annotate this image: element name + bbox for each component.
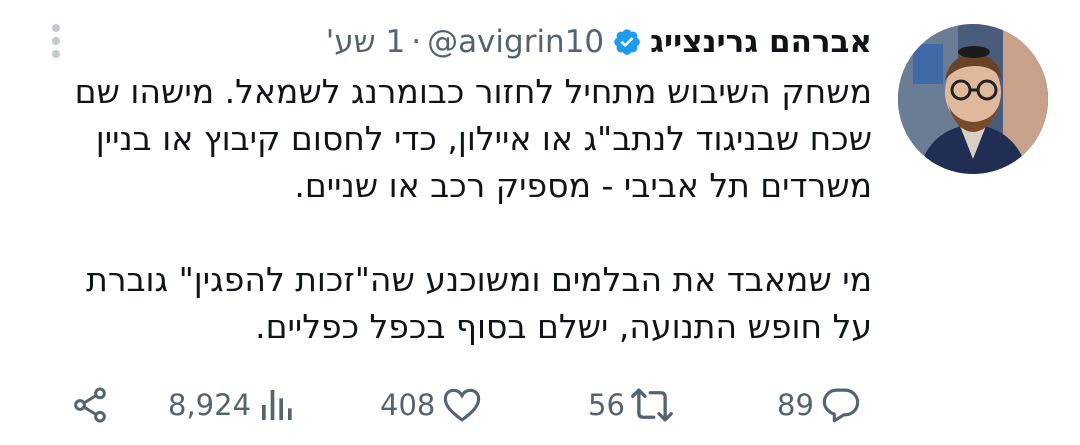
share-button[interactable]	[70, 380, 110, 430]
text-line: משרדים תל אביבי - מספיק רכב או שניים.	[294, 166, 872, 205]
tweet-time[interactable]: 1 שע'	[326, 24, 405, 60]
more-options-button[interactable]	[44, 24, 68, 58]
text-line: על חופש התנועה, ישלם בסוף בכפל כפליים.	[255, 307, 872, 346]
replies-count: 89	[777, 388, 814, 422]
retweet-button[interactable]: 56	[588, 380, 673, 430]
retweet-icon	[630, 388, 673, 422]
avatar[interactable]	[898, 24, 1048, 174]
likes-count: 408	[380, 388, 436, 422]
meta-separator: ·	[411, 24, 422, 60]
views-button[interactable]: 8,924	[168, 380, 297, 430]
retweets-count: 56	[588, 388, 625, 422]
text-line: שכח שבניגוד לנתב"ג או איילון, כדי לחסום …	[95, 119, 872, 158]
like-button[interactable]: 408	[380, 380, 483, 430]
text-line: מי שמאבד את הבלמים ומשוכנע שה"זכות להפגי…	[86, 260, 872, 299]
tweet-actions: 8,924 408 56 89	[0, 380, 1080, 430]
verified-badge-icon	[612, 27, 642, 57]
tweet-text: משחק השיבוש מתחיל לחזור כבומרנג לשמאל. מ…	[32, 68, 872, 350]
text-line: משחק השיבוש מתחיל לחזור כבומרנג לשמאל. מ…	[74, 72, 872, 111]
tweet-header: אברהם גרינצייג @avigrin10 · 1 שע'	[326, 20, 872, 64]
author-name[interactable]: אברהם גרינצייג	[650, 24, 872, 60]
like-icon	[444, 388, 481, 422]
views-count: 8,924	[168, 388, 252, 422]
reply-button[interactable]: 89	[777, 380, 862, 430]
views-icon	[262, 390, 292, 420]
author-handle[interactable]: @avigrin10	[427, 24, 604, 60]
reply-icon	[822, 388, 860, 423]
more-icon	[52, 24, 60, 32]
avatar-image	[898, 24, 1048, 174]
share-icon	[74, 387, 106, 423]
tweet: אברהם גרינצייג @avigrin10 · 1 שע' משחק ה…	[0, 0, 1080, 445]
